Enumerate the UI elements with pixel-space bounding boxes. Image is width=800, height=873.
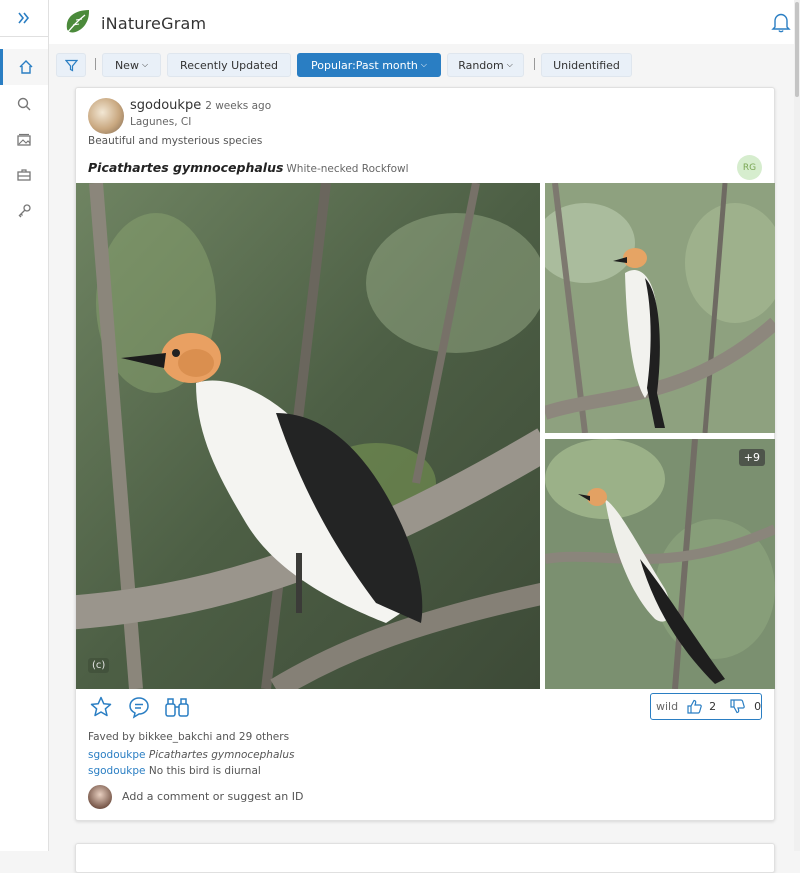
filter-bar: New ⌵ Recently Updated Popular:Past month…	[49, 44, 794, 86]
unidentified-button[interactable]: Unidentified	[541, 53, 632, 77]
main-photo[interactable]: (c)	[76, 183, 540, 689]
notifications-button[interactable]	[770, 11, 792, 37]
comment-text: Picathartes gymnocephalus	[148, 749, 295, 761]
post-location: Lagunes, CI	[130, 116, 192, 128]
sidebar-item-projects[interactable]	[0, 157, 48, 193]
star-icon	[90, 696, 112, 717]
taxon-name[interactable]: Picathartes gymnocephalus White-necked Ro…	[88, 160, 409, 175]
thumbs-down-icon	[730, 699, 745, 714]
faved-by-text[interactable]: Faved by bikkee_bakchi and 29 others	[88, 731, 289, 743]
unidentified-label: Unidentified	[553, 58, 620, 72]
sort-new-label: New	[114, 58, 139, 72]
scrollbar-thumb[interactable]	[795, 2, 799, 97]
sort-recently-updated-button[interactable]: Recently Updated	[167, 53, 291, 77]
observation-card: sgodoukpe 2 weeks ago Lagunes, CI Beautif…	[75, 87, 775, 821]
chevron-down-icon: ⌵	[506, 60, 513, 69]
filter-icon	[64, 59, 78, 71]
filter-separator	[95, 58, 96, 70]
comment-button[interactable]	[126, 694, 152, 720]
disagree-button[interactable]: 0	[730, 699, 761, 714]
chevron-down-icon: ⌵	[141, 60, 149, 69]
username-link[interactable]: sgodoukpe	[130, 98, 201, 113]
sort-popular-button[interactable]: Popular:Past month ⌵	[297, 53, 441, 77]
top-bar: iNatureGram	[49, 0, 800, 44]
sort-recently-updated-label: Recently Updated	[180, 58, 278, 72]
comment-icon	[129, 697, 149, 719]
sidebar-item-search[interactable]	[0, 86, 48, 122]
sort-random-button[interactable]: Random ⌵	[447, 53, 524, 77]
research-grade-badge: RG	[737, 155, 762, 180]
scientific-name: Picathartes gymnocephalus	[88, 160, 284, 175]
avatar[interactable]	[88, 98, 124, 134]
current-user-avatar	[88, 785, 112, 809]
app-logo[interactable]: iNatureGram	[61, 7, 206, 39]
sort-popular-label: Popular:Past month	[311, 58, 418, 72]
gallery-icon	[17, 133, 31, 146]
thumbs-up-icon	[687, 699, 702, 714]
action-bar	[88, 694, 202, 720]
bell-icon	[771, 13, 791, 33]
comment-item: sgodoukpe Picathartes gymnocephalus	[88, 749, 294, 761]
comment-user[interactable]: sgodoukpe	[88, 765, 146, 777]
leaf-logo-icon	[63, 10, 89, 38]
agree-button[interactable]: 2	[687, 699, 716, 714]
post-author: sgodoukpe 2 weeks ago	[130, 98, 271, 113]
search-icon	[17, 97, 31, 111]
common-name: White-necked Rockfowl	[286, 163, 409, 175]
bird-photo-main	[76, 183, 540, 689]
filter-separator	[534, 58, 535, 70]
sort-random-label: Random	[458, 58, 504, 72]
more-photos-badge[interactable]: +9	[738, 449, 765, 466]
wild-vote-box: wild 2 0	[650, 693, 762, 720]
sidebar	[0, 0, 49, 851]
copyright-label: (c)	[88, 658, 110, 673]
comment-input[interactable]: Add a comment or suggest an ID	[122, 790, 303, 803]
sidebar-item-gallery[interactable]	[0, 122, 48, 158]
briefcase-icon	[17, 169, 31, 181]
bird-photo-2	[545, 183, 775, 433]
fave-button[interactable]	[88, 694, 114, 720]
time-ago: 2 weeks ago	[205, 100, 272, 112]
sort-new-button[interactable]: New ⌵	[102, 53, 161, 77]
filter-button[interactable]	[56, 53, 86, 77]
next-observation-card	[75, 843, 775, 873]
identify-button[interactable]	[164, 694, 190, 720]
key-icon	[18, 204, 31, 218]
app-title: iNatureGram	[101, 13, 207, 33]
photo-thumbnail-3[interactable]: +9	[545, 439, 775, 689]
comment-text: No this bird is diurnal	[148, 765, 261, 777]
agree-count: 2	[709, 700, 717, 713]
post-description: Beautiful and mysterious species	[88, 135, 263, 147]
binoculars-icon	[165, 698, 189, 717]
expand-icon	[18, 12, 30, 24]
disagree-count: 0	[754, 700, 762, 713]
sidebar-item-home[interactable]	[0, 49, 48, 85]
bird-photo-3	[545, 439, 775, 689]
home-icon	[19, 60, 32, 74]
page-scrollbar[interactable]	[794, 0, 800, 851]
photo-thumbnail-2[interactable]	[545, 183, 775, 433]
comment-user[interactable]: sgodoukpe	[88, 749, 146, 761]
comment-item: sgodoukpe No this bird is diurnal	[88, 765, 261, 777]
chevron-down-icon: ⌵	[420, 60, 427, 69]
sidebar-toggle[interactable]	[0, 0, 48, 37]
wild-label: wild	[656, 700, 679, 713]
sidebar-item-login[interactable]	[0, 193, 48, 229]
